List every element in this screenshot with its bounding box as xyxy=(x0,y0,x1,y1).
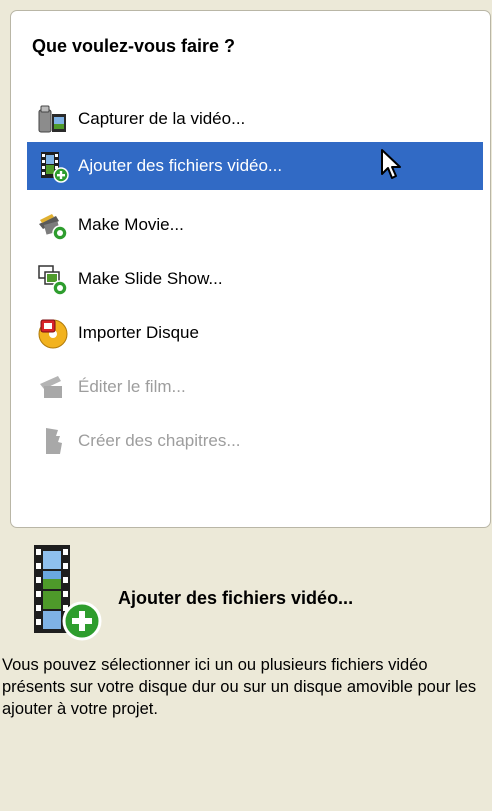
task-label: Make Slide Show... xyxy=(78,269,223,288)
edit-film-icon xyxy=(33,367,73,407)
slideshow-icon xyxy=(33,259,73,299)
make-movie-icon xyxy=(33,205,73,245)
detail-title: Ajouter des fichiers vidéo... xyxy=(118,588,354,608)
task-capture-video[interactable]: Capturer de la vidéo... xyxy=(27,95,483,143)
task-label: Make Movie... xyxy=(78,215,184,234)
task-make-movie[interactable]: Make Movie... xyxy=(27,201,483,249)
task-make-slide-show[interactable]: Make Slide Show... xyxy=(27,255,483,303)
panel-title: Que voulez-vous faire ? xyxy=(32,36,236,56)
task-add-video-files[interactable]: Ajouter des fichiers vidéo... xyxy=(27,142,483,190)
task-label: Capturer de la vidéo... xyxy=(78,109,246,128)
disc-icon xyxy=(33,313,73,353)
camera-icon xyxy=(33,99,73,139)
task-label: Éditer le film... xyxy=(78,377,186,396)
task-label: Importer Disque xyxy=(78,323,199,342)
task-edit-film: Éditer le film... xyxy=(27,363,483,411)
detail-description: Vous pouvez sélectionner ici un ou plusi… xyxy=(2,656,477,718)
task-create-chapters: Créer des chapitres... xyxy=(27,417,483,465)
film-add-large-icon xyxy=(30,543,106,648)
task-label: Ajouter des fichiers vidéo... xyxy=(78,156,283,175)
chapters-icon xyxy=(33,421,73,461)
mouse-cursor-icon xyxy=(381,149,401,179)
task-label: Créer des chapitres... xyxy=(78,431,241,450)
film-add-icon xyxy=(33,146,73,186)
task-import-disc[interactable]: Importer Disque xyxy=(27,309,483,357)
